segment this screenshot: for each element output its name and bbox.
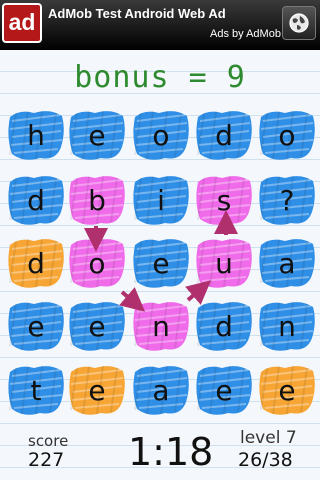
tile-letter: a [152,373,170,407]
tile-letter: o [152,118,170,152]
letter-tile[interactable]: o [257,107,317,163]
tile-letter: e [215,373,233,407]
tile-letter: e [152,246,170,280]
letter-tile[interactable]: h [6,107,66,163]
letter-tile[interactable]: n [257,298,317,354]
tile-letter: e [88,309,106,343]
tile-letter: e [27,309,45,343]
letter-tile[interactable]: b [67,172,127,228]
letter-tile[interactable]: e [194,362,254,418]
ad-credit: Ads by AdMob [210,28,281,40]
tile-letter: h [27,118,45,152]
tile-letter: a [278,246,296,280]
letter-tile[interactable]: o [67,235,127,291]
score-label: score [28,432,69,450]
tile-letter: u [215,246,233,280]
timer: 1:18 [128,430,214,474]
level-progress: 26/38 [238,449,293,471]
letter-tile[interactable]: u [194,235,254,291]
tile-letter: d [215,118,233,152]
letter-tile[interactable]: d [194,298,254,354]
tile-letter: d [27,246,45,280]
letter-tile[interactable]: e [67,298,127,354]
letter-tile[interactable]: e [67,107,127,163]
tile-letter: d [215,309,233,343]
letter-tile[interactable]: s [194,172,254,228]
letter-tile[interactable]: i [131,172,191,228]
tile-letter: o [278,118,296,152]
tile-letter: t [30,373,42,407]
letter-tile[interactable]: d [194,107,254,163]
ad-banner[interactable]: ad AdMob Test Android Web Ad Ads by AdMo… [0,0,320,50]
tile-letter: n [278,309,296,343]
tile-letter: ? [279,183,295,217]
admob-logo: ad [2,3,42,43]
tile-letter: n [152,309,170,343]
letter-tile[interactable]: a [257,235,317,291]
tile-letter: e [88,373,106,407]
letter-tile[interactable]: e [257,362,317,418]
letter-tile[interactable]: d [6,235,66,291]
letter-tile[interactable]: n [131,298,191,354]
ad-title[interactable]: AdMob Test Android Web Ad [48,6,226,21]
letter-tile[interactable]: d [6,172,66,228]
letter-tile[interactable]: ? [257,172,317,228]
letter-tile[interactable]: e [131,235,191,291]
letter-tile[interactable]: o [131,107,191,163]
tile-letter: b [88,183,106,217]
letter-tile[interactable]: a [131,362,191,418]
tile-letter: o [88,246,106,280]
globe-icon[interactable] [282,6,316,40]
tile-letter: e [88,118,106,152]
bonus-display: bonus = 9 [74,60,246,95]
letter-tile[interactable]: t [6,362,66,418]
level-label: level 7 [240,428,297,448]
letter-tile[interactable]: e [6,298,66,354]
letter-tile[interactable]: e [67,362,127,418]
tile-letter: d [27,183,45,217]
tile-letter: e [278,373,296,407]
score-value: 227 [28,449,65,471]
tile-letter: s [216,183,232,217]
tile-letter: i [157,183,165,217]
